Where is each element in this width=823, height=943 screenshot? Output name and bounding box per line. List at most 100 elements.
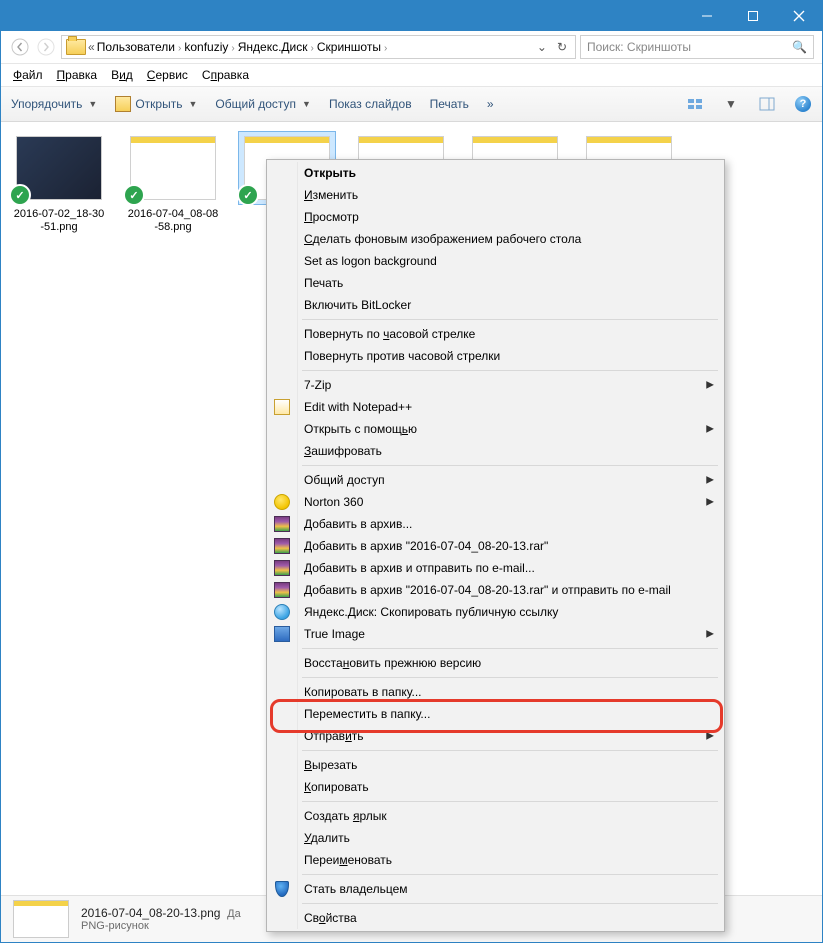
breadcrumb[interactable]: « Пользователи›konfuziy›Яндекс.Диск›Скри… [61,35,576,59]
open-button[interactable]: Открыть▼ [115,96,197,112]
context-menu-label: 7-Zip [304,378,331,392]
view-dropdown-icon[interactable]: ▼ [722,95,740,113]
minimize-button[interactable] [684,1,730,31]
context-menu-label: Восстановить прежнюю версию [304,656,481,670]
context-menu-item[interactable]: Включить BitLocker [298,294,722,316]
context-menu-item[interactable]: 7-Zip▶ [298,374,722,396]
view-options-icon[interactable] [686,95,704,113]
print-button[interactable]: Печать [430,97,469,111]
context-menu-label: Общий доступ [304,473,385,487]
rar-icon [274,538,290,554]
nav-forward-button[interactable] [35,36,57,58]
context-menu-item[interactable]: Вырезать [298,754,722,776]
breadcrumb-item[interactable]: Пользователи [97,40,175,54]
preview-pane-icon[interactable] [758,95,776,113]
search-icon: 🔍 [792,40,807,54]
context-menu-label: Изменить [304,188,358,202]
context-menu-item[interactable]: Set as logon background [298,250,722,272]
organize-button[interactable]: Упорядочить▼ [11,97,97,111]
ti-icon [274,626,290,642]
context-menu-item[interactable]: Переименовать [298,849,722,871]
menu-file[interactable]: Файл [13,68,43,82]
sync-ok-icon: ✓ [9,184,31,206]
context-menu-item[interactable]: Копировать [298,776,722,798]
context-menu-item[interactable]: Edit with Notepad++ [298,396,722,418]
context-menu-label: Копировать в папку... [304,685,422,699]
context-menu-label: Edit with Notepad++ [304,400,412,414]
context-menu-separator [302,465,718,466]
breadcrumb-item[interactable]: Яндекс.Диск [238,40,308,54]
context-menu-label: Просмотр [304,210,359,224]
context-menu-item[interactable]: Отправить▶ [298,725,722,747]
refresh-icon[interactable]: ↻ [553,40,571,54]
menu-help[interactable]: Справка [202,68,249,82]
folder-icon [66,39,86,55]
file-label: 2016-07-02_18-30-51.png [11,208,107,234]
context-menu-item[interactable]: Добавить в архив "2016-07-04_08-20-13.ra… [298,535,722,557]
menu-edit[interactable]: Правка [57,68,98,82]
context-menu-label: Добавить в архив... [304,517,412,531]
toolbar-overflow-button[interactable]: » [487,97,494,111]
context-menu-label: Сделать фоновым изображением рабочего ст… [304,232,581,246]
rar-icon [274,560,290,576]
context-menu-item[interactable]: Зашифровать [298,440,722,462]
context-menu-item[interactable]: Удалить [298,827,722,849]
context-menu-item[interactable]: Стать владельцем [298,878,722,900]
slideshow-button[interactable]: Показ слайдов [329,97,412,111]
close-button[interactable] [776,1,822,31]
maximize-button[interactable] [730,1,776,31]
help-icon[interactable]: ? [794,95,812,113]
context-menu-label: Повернуть по часовой стрелке [304,327,475,341]
context-menu-item[interactable]: Восстановить прежнюю версию [298,652,722,674]
breadcrumb-dropdown-icon[interactable]: ⌄ [533,40,551,54]
menu-view[interactable]: Вид [111,68,133,82]
status-meta: Да [227,908,241,920]
context-menu-separator [302,903,718,904]
context-menu-label: Зашифровать [304,444,382,458]
context-menu-item[interactable]: Открыть с помощью▶ [298,418,722,440]
context-menu-item[interactable]: Сделать фоновым изображением рабочего ст… [298,228,722,250]
context-menu-item[interactable]: Добавить в архив и отправить по e-mail..… [298,557,722,579]
context-menu-item[interactable]: Добавить в архив "2016-07-04_08-20-13.ra… [298,579,722,601]
context-menu-item[interactable]: Повернуть по часовой стрелке [298,323,722,345]
breadcrumb-prefix: « [88,40,95,54]
context-menu-label: Добавить в архив "2016-07-04_08-20-13.ra… [304,539,548,553]
context-menu-separator [302,874,718,875]
context-menu-label: Включить BitLocker [304,298,411,312]
shield-icon [275,881,289,897]
menu-tools[interactable]: Сервис [147,68,188,82]
breadcrumb-item[interactable]: Скриншоты [317,40,381,54]
context-menu-item[interactable]: Просмотр [298,206,722,228]
file-label: 2016-07-04_08-08-58.png [125,208,221,234]
context-menu-item[interactable]: Повернуть против часовой стрелки [298,345,722,367]
context-menu-label: Создать ярлык [304,809,387,823]
context-menu-label: Добавить в архив "2016-07-04_08-20-13.ra… [304,583,671,597]
context-menu-item[interactable]: Общий доступ▶ [298,469,722,491]
submenu-arrow-icon: ▶ [706,497,714,508]
context-menu-item[interactable]: True Image▶ [298,623,722,645]
context-menu-item[interactable]: Копировать в папку... [298,681,722,703]
file-item[interactable]: ✓2016-07-02_18-30-51.png [11,132,107,234]
context-menu-item[interactable]: Переместить в папку... [298,703,722,725]
status-filename: 2016-07-04_08-20-13.png [81,906,220,920]
context-menu-item[interactable]: Добавить в архив... [298,513,722,535]
sync-ok-icon: ✓ [123,184,145,206]
context-menu-item[interactable]: Открыть [298,162,722,184]
context-menu-item[interactable]: Norton 360▶ [298,491,722,513]
context-menu-item[interactable]: Свойства [298,907,722,929]
breadcrumb-item[interactable]: konfuziy [184,40,228,54]
submenu-arrow-icon: ▶ [706,629,714,640]
context-menu-item[interactable]: Печать [298,272,722,294]
submenu-arrow-icon: ▶ [706,424,714,435]
chevron-right-icon: › [381,43,390,54]
chevron-right-icon: › [175,43,184,54]
nav-back-button[interactable] [9,36,31,58]
file-item[interactable]: ✓2016-07-04_08-08-58.png [125,132,221,234]
context-menu-item[interactable]: Создать ярлык [298,805,722,827]
share-button[interactable]: Общий доступ▼ [215,97,311,111]
context-menu-item[interactable]: Яндекс.Диск: Скопировать публичную ссылк… [298,601,722,623]
search-input[interactable]: Поиск: Скриншоты 🔍 [580,35,814,59]
context-menu-item[interactable]: Изменить [298,184,722,206]
context-menu-label: Открыть [304,166,356,180]
status-type: PNG-рисунок [81,920,241,932]
